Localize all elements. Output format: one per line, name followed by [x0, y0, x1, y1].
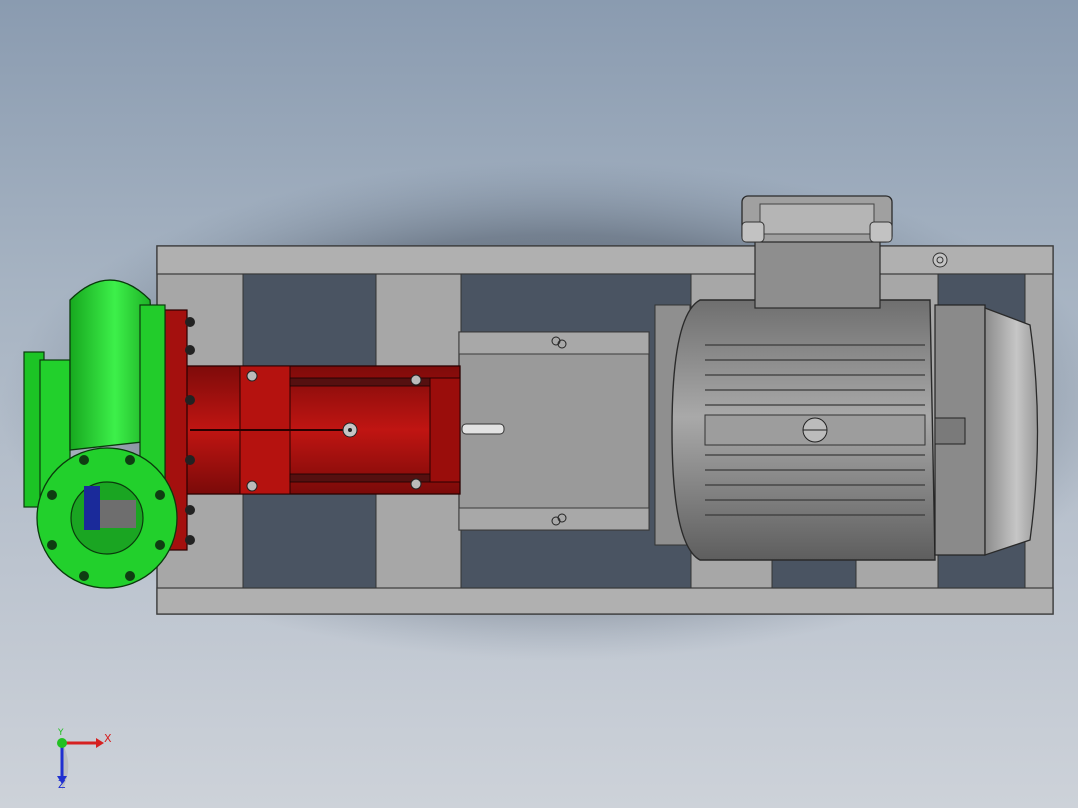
triad-x-label: X — [104, 732, 112, 745]
3d-viewport[interactable]: X Y Z — [0, 0, 1078, 808]
triad-z-label: Z — [58, 778, 66, 791]
coupling-guard[interactable] — [458, 331, 650, 531]
terminal-box[interactable] — [741, 195, 893, 309]
model-view[interactable] — [0, 0, 1078, 808]
triad-y-label: Y — [58, 728, 64, 738]
